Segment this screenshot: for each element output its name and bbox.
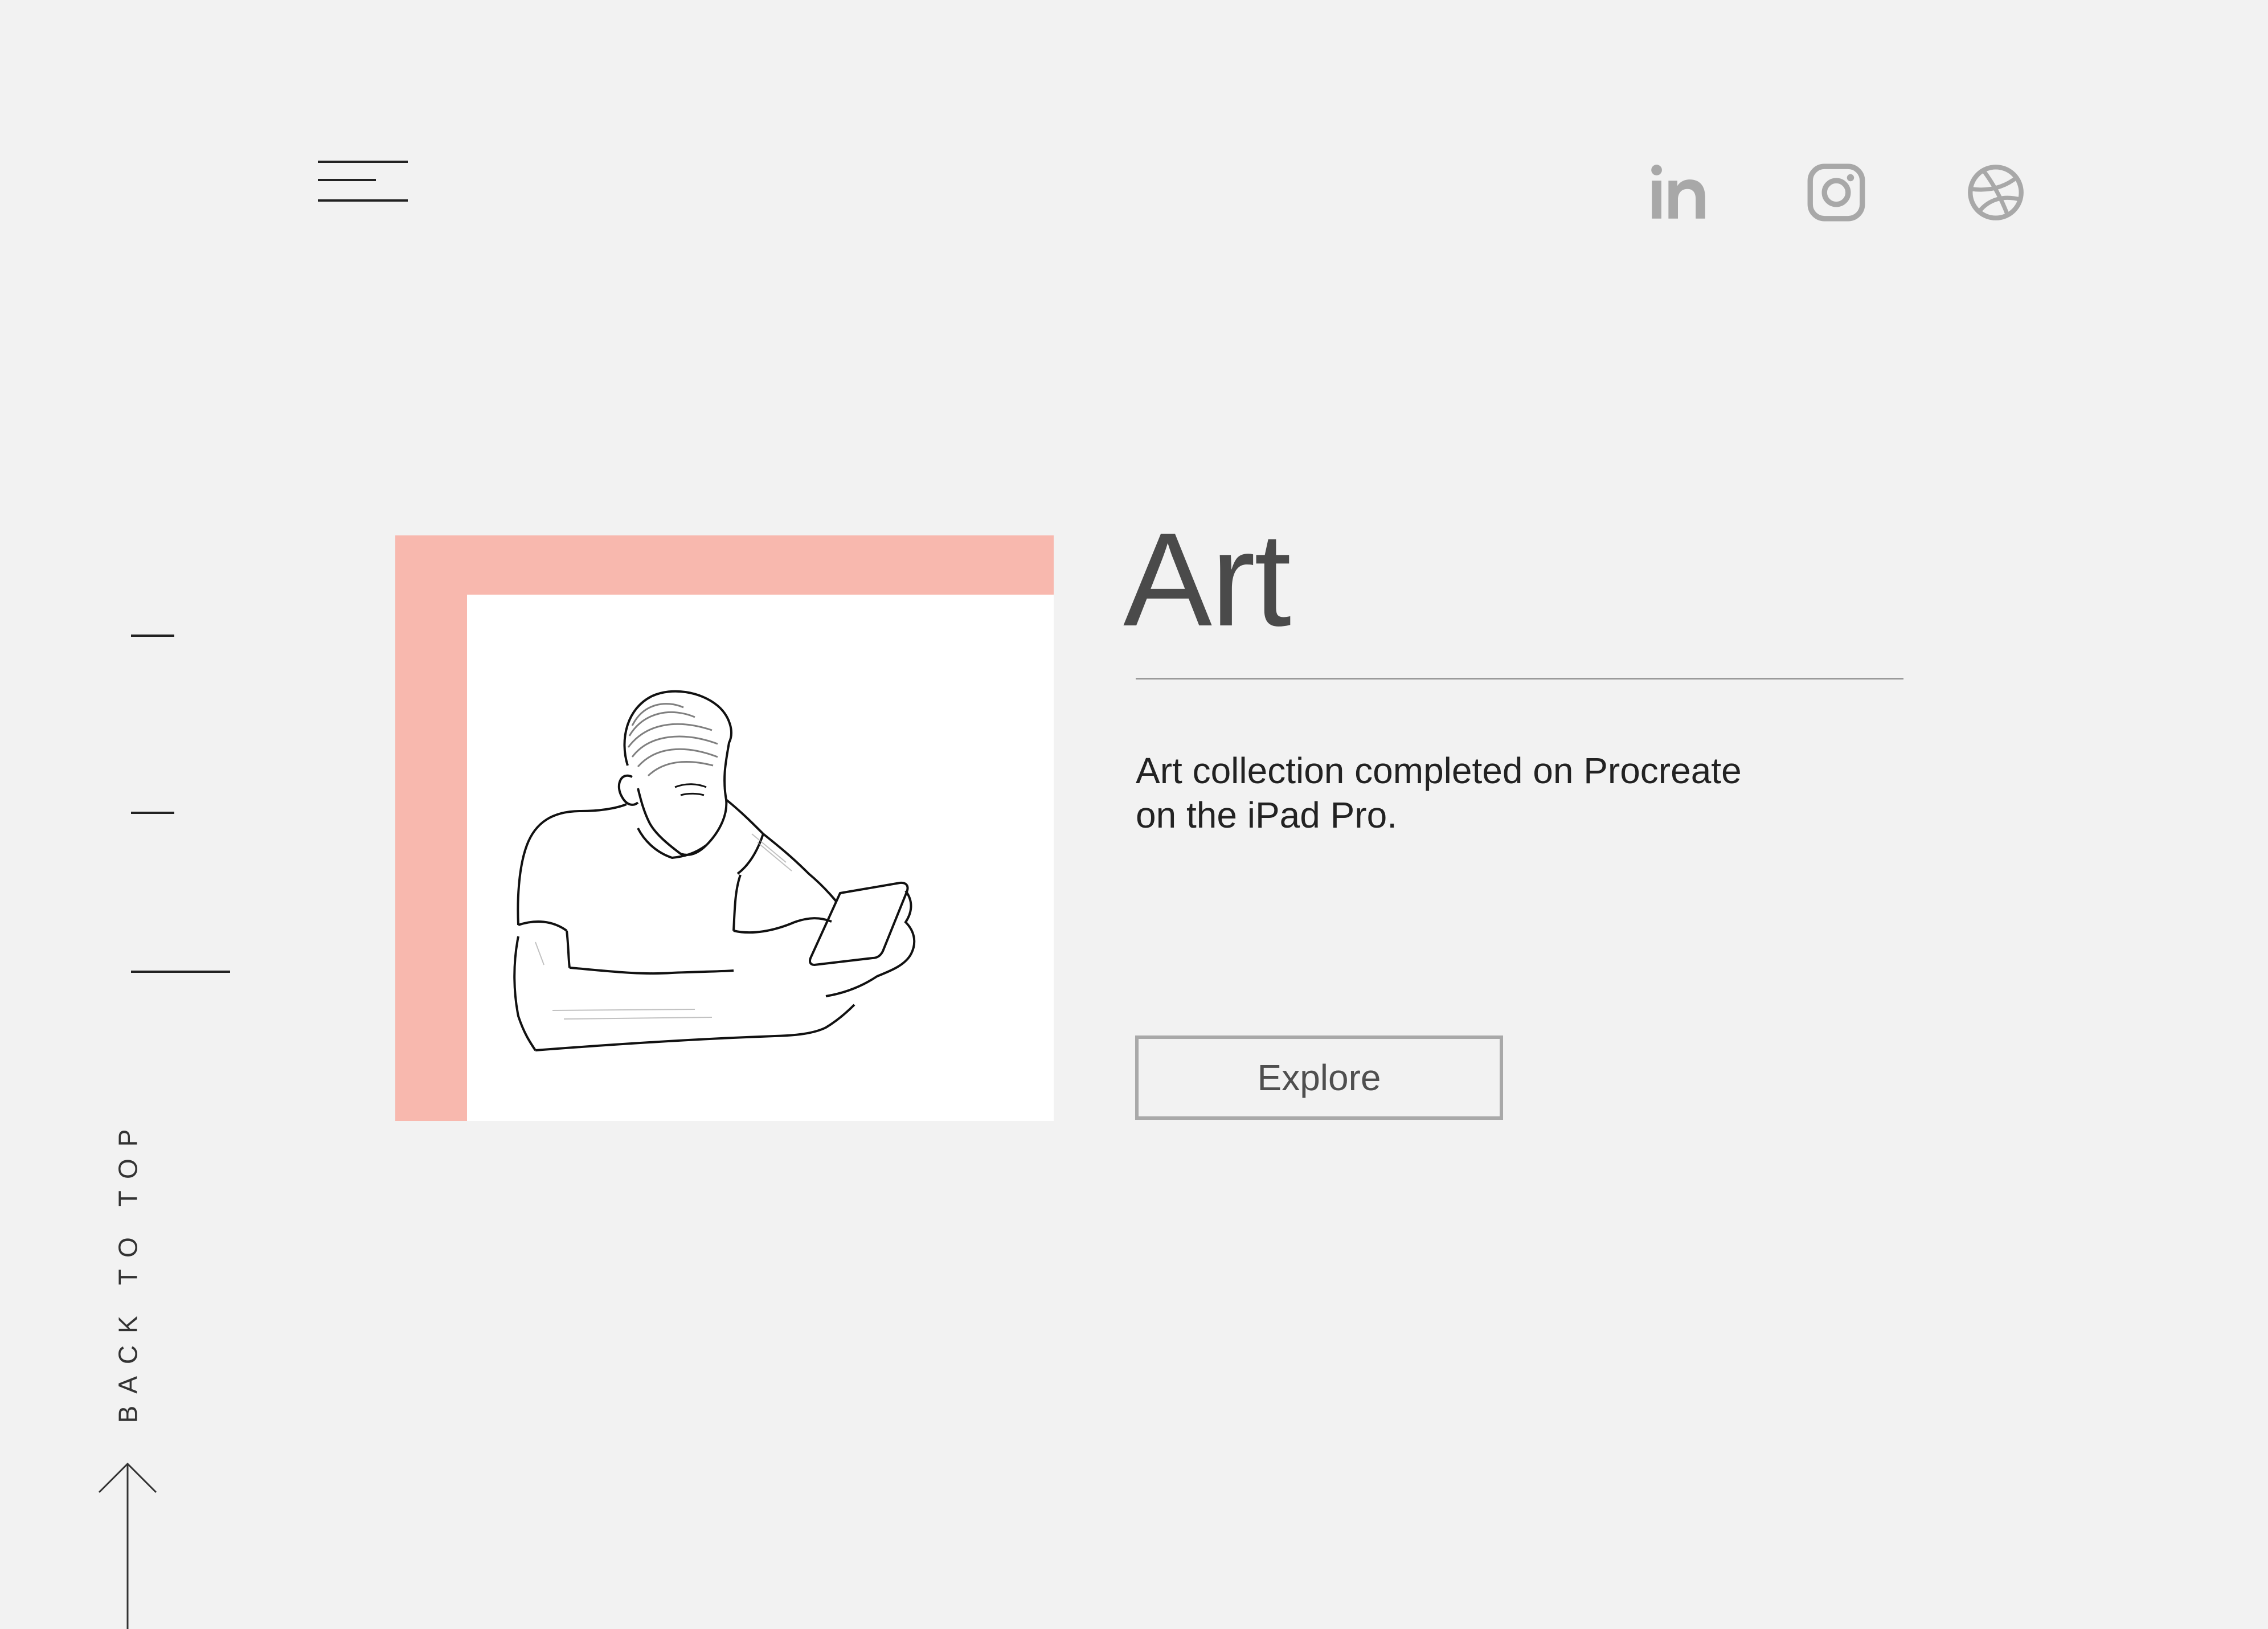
hamburger-menu-button[interactable]	[316, 156, 410, 204]
explore-button[interactable]: Explore	[1135, 1035, 1503, 1120]
section-indicator-3-active[interactable]	[131, 971, 230, 973]
linkedin-icon	[1648, 163, 1708, 222]
back-to-top-label: BACK TO TOP	[113, 1117, 143, 1423]
dribbble-icon	[1966, 163, 2025, 222]
section-indicator-2[interactable]	[131, 812, 174, 814]
description: Art collection completed on Procreate on…	[1136, 748, 1819, 837]
linkedin-link[interactable]	[1648, 163, 1708, 222]
artwork-card	[395, 535, 1054, 1121]
instagram-icon	[1807, 163, 1866, 222]
dribbble-link[interactable]	[1966, 163, 2025, 222]
title-divider	[1136, 678, 1903, 680]
artwork-image	[467, 595, 1054, 1121]
description-line-1: Art collection completed on Procreate	[1136, 750, 1742, 791]
instagram-link[interactable]	[1807, 163, 1866, 222]
hamburger-menu-icon	[316, 156, 410, 204]
back-to-top-link[interactable]: BACK TO TOP	[93, 1111, 162, 1629]
page-title: Art	[1123, 505, 1291, 654]
description-line-2: on the iPad Pro.	[1136, 795, 1397, 836]
section-indicator-1[interactable]	[131, 635, 174, 637]
